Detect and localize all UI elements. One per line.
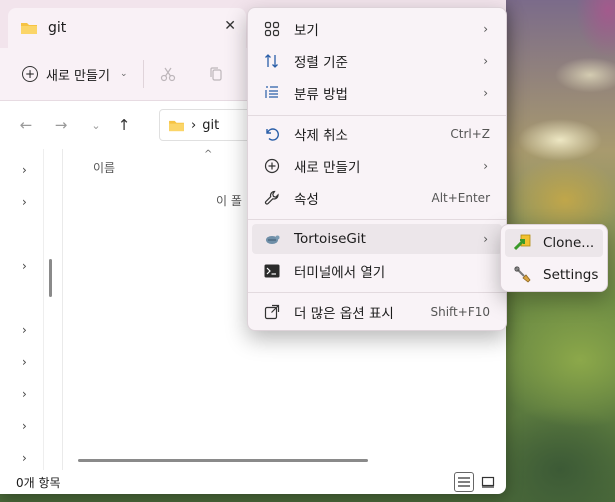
cut-icon[interactable] (158, 64, 178, 84)
menu-item-properties[interactable]: 속성 Alt+Enter (252, 183, 502, 213)
menu-item-view[interactable]: 보기 › (252, 14, 502, 44)
clone-icon (514, 234, 532, 252)
terminal-icon (263, 262, 281, 280)
breadcrumb-git[interactable]: git (202, 118, 219, 133)
submenu-item-label: Clone... (543, 235, 595, 251)
tortoisegit-submenu: Clone... Settings (500, 224, 608, 292)
menu-separator (248, 219, 506, 220)
menu-item-tortoisegit[interactable]: TortoiseGit › (252, 224, 502, 254)
submenu-arrow-icon: › (483, 54, 488, 68)
details-view-icon (458, 477, 470, 487)
nav-expand-chevron-icon[interactable]: › (22, 163, 27, 177)
recent-chevron-icon[interactable]: ⌄ (86, 119, 106, 132)
menu-item-label: 새로 만들기 (294, 160, 361, 176)
submenu-arrow-icon: › (483, 159, 488, 173)
status-bar: 0개 항목 (0, 470, 506, 494)
navigation-pane: › › › › › › › › (0, 149, 44, 470)
tab-close-icon[interactable]: ✕ (224, 18, 236, 34)
new-button[interactable]: + 새로 만들기 ⌄ (22, 65, 127, 84)
tab-git[interactable]: git ✕ (8, 8, 246, 48)
submenu-arrow-icon: › (483, 86, 488, 100)
wrench-icon (263, 189, 281, 207)
submenu-arrow-icon: › (483, 22, 488, 36)
nav-expand-chevron-icon[interactable]: › (22, 259, 27, 273)
submenu-arrow-icon: › (483, 232, 488, 246)
menu-item-label: TortoiseGit (294, 231, 366, 247)
nav-expand-chevron-icon[interactable]: › (22, 323, 27, 337)
settings-icon (514, 266, 532, 284)
pane-divider[interactable] (62, 149, 63, 470)
nav-scrollbar[interactable] (49, 259, 52, 297)
menu-item-group-by[interactable]: 분류 방법 › (252, 78, 502, 108)
menu-item-label: 정렬 기준 (294, 55, 348, 71)
menu-shortcut: Alt+Enter (431, 191, 490, 205)
tiles-view-button[interactable] (478, 472, 498, 492)
menu-separator (248, 292, 506, 293)
menu-item-label: 보기 (294, 23, 319, 39)
forward-arrow-icon[interactable]: → (51, 116, 71, 134)
breadcrumb-chevron-icon: › (191, 117, 197, 133)
menu-item-undo-delete[interactable]: 삭제 취소 Ctrl+Z (252, 119, 502, 149)
menu-item-open-terminal[interactable]: 터미널에서 열기 (252, 256, 502, 286)
details-view-button[interactable] (454, 472, 474, 492)
back-arrow-icon[interactable]: ← (16, 116, 36, 134)
menu-separator (248, 115, 506, 116)
nav-expand-chevron-icon[interactable]: › (22, 355, 27, 369)
menu-item-new[interactable]: 새로 만들기 › (252, 151, 502, 181)
menu-shortcut: Ctrl+Z (450, 127, 490, 141)
folder-icon (21, 23, 37, 34)
empty-folder-message: 이 폴 (216, 194, 242, 208)
menu-item-more-options[interactable]: 더 많은 옵션 표시 Shift+F10 (252, 297, 502, 327)
nav-expand-chevron-icon[interactable]: › (22, 419, 27, 433)
new-icon (263, 157, 281, 175)
tortoisegit-icon (263, 230, 281, 248)
new-button-label: 새로 만들기 (46, 68, 110, 84)
menu-item-label: 터미널에서 열기 (294, 265, 386, 281)
menu-item-label: 분류 방법 (294, 87, 348, 103)
menu-item-label: 더 많은 옵션 표시 (294, 306, 394, 322)
up-arrow-icon[interactable]: ↑ (114, 116, 134, 134)
folder-icon (169, 120, 184, 131)
tab-title: git (48, 20, 67, 36)
menu-item-sort[interactable]: 정렬 기준 › (252, 46, 502, 76)
more-options-icon (263, 303, 281, 321)
column-header-name[interactable]: 이름 (93, 159, 115, 176)
menu-item-label: 삭제 취소 (294, 128, 348, 144)
submenu-item-settings[interactable]: Settings (505, 261, 603, 289)
group-icon (263, 84, 281, 102)
sort-icon (263, 52, 281, 70)
plus-circle-icon: + (22, 66, 38, 82)
nav-expand-chevron-icon[interactable]: › (22, 451, 27, 465)
nav-expand-chevron-icon[interactable]: › (22, 387, 27, 401)
sort-caret-icon: ^ (204, 149, 213, 160)
submenu-item-label: Settings (543, 267, 599, 283)
menu-shortcut: Shift+F10 (430, 305, 490, 319)
submenu-item-clone[interactable]: Clone... (505, 229, 603, 257)
tiles-view-icon (481, 476, 495, 488)
chevron-down-icon: ⌄ (119, 69, 128, 79)
item-count: 0개 항목 (16, 475, 61, 490)
context-menu: 보기 › 정렬 기준 › 분류 방법 › 삭제 취소 Ctrl+Z 새로 만들기… (247, 7, 507, 331)
menu-item-label: 속성 (294, 192, 319, 208)
grid-icon (263, 20, 281, 38)
toolbar-separator (143, 60, 145, 88)
nav-expand-chevron-icon[interactable]: › (22, 195, 27, 209)
horizontal-scrollbar[interactable] (78, 459, 368, 462)
undo-icon (263, 125, 281, 143)
copy-icon[interactable] (206, 64, 226, 84)
